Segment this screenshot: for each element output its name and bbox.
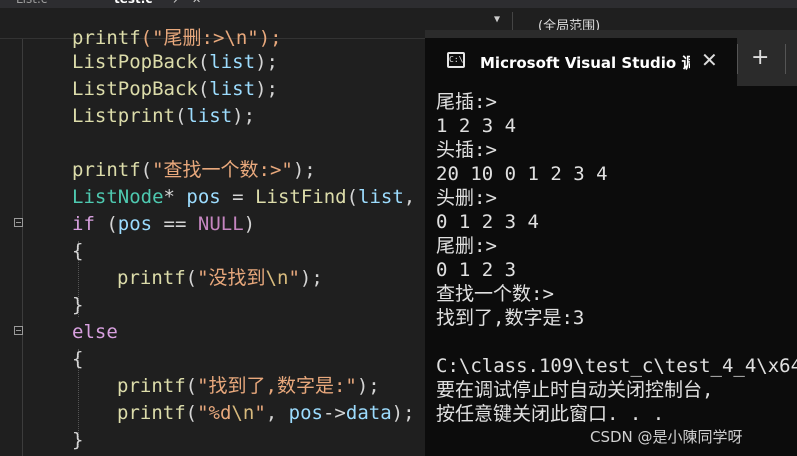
console-line: 0 1 2 3 bbox=[436, 259, 517, 281]
console-line: 查找一个数:> bbox=[436, 283, 554, 305]
code-line: printf("没找到\n"); bbox=[117, 267, 323, 289]
debug-console-window[interactable]: C:\ Microsoft Visual Studio 调试控制台 ✕ + 尾插… bbox=[425, 30, 797, 456]
code-line: else bbox=[72, 321, 118, 343]
watermark: CSDN @是小陳同学呀 bbox=[590, 428, 743, 446]
code-line: printf("尾删:>\n"); bbox=[72, 27, 282, 49]
collapse-icon[interactable] bbox=[14, 218, 23, 227]
console-tab[interactable]: C:\ Microsoft Visual Studio 调试控制台 ✕ bbox=[425, 38, 737, 86]
console-title: Microsoft Visual Studio 调试控制台 bbox=[480, 54, 690, 72]
tab-divider bbox=[737, 44, 738, 74]
console-tab-bar: C:\ Microsoft Visual Studio 调试控制台 ✕ + bbox=[425, 30, 797, 86]
code-line: ListPopBack(list); bbox=[72, 78, 278, 100]
pin-icon[interactable]: ↗ bbox=[172, 0, 181, 6]
code-line: { bbox=[72, 240, 84, 262]
console-line: 头删:> bbox=[436, 187, 497, 209]
code-line: } bbox=[72, 294, 84, 316]
code-line: { bbox=[72, 348, 84, 370]
console-line: 要在调试停止时自动关闭控制台, bbox=[436, 379, 714, 401]
terminal-icon: C:\ bbox=[447, 52, 465, 68]
console-line: C:\class.109\test_c\test_4_4\x64 bbox=[436, 355, 797, 377]
code-line: } bbox=[72, 429, 84, 451]
console-line: 按任意键关闭此窗口. . . bbox=[436, 403, 665, 425]
code-line: printf("%d\n", pos->data); bbox=[117, 402, 415, 424]
new-tab-button[interactable]: + bbox=[751, 46, 769, 70]
close-icon[interactable]: ✕ bbox=[192, 0, 201, 6]
chevron-down-icon: ▼ bbox=[494, 14, 501, 25]
code-editor[interactable]: printf("尾删:>\n"); ListPopBack(list); Lis… bbox=[0, 27, 438, 456]
collapse-icon[interactable] bbox=[14, 326, 23, 335]
tab-divider bbox=[785, 44, 786, 74]
close-icon[interactable]: ✕ bbox=[701, 48, 718, 72]
console-line: 0 1 2 3 4 bbox=[436, 211, 539, 233]
console-line: 找到了,数字是:3 bbox=[436, 307, 585, 329]
code-line: printf("找到了,数字是:"); bbox=[117, 375, 380, 397]
console-line: 尾删:> bbox=[436, 235, 497, 257]
code-line: ListPopBack(list); bbox=[72, 51, 278, 73]
code-line: ListNode* pos = ListFind(list, 3 bbox=[72, 186, 439, 208]
console-line: 头插:> bbox=[436, 139, 497, 161]
gutter-divider bbox=[22, 39, 23, 456]
tab-list-c[interactable]: List.c bbox=[16, 0, 47, 8]
console-line: 20 10 0 1 2 3 4 bbox=[436, 163, 608, 185]
code-line: printf("查找一个数:>"); bbox=[72, 159, 316, 181]
code-line: if (pos == NULL) bbox=[72, 213, 256, 235]
console-line: 尾插:> bbox=[436, 91, 497, 113]
code-line: Listprint(list); bbox=[72, 105, 256, 127]
console-line: 1 2 3 4 bbox=[436, 115, 517, 137]
